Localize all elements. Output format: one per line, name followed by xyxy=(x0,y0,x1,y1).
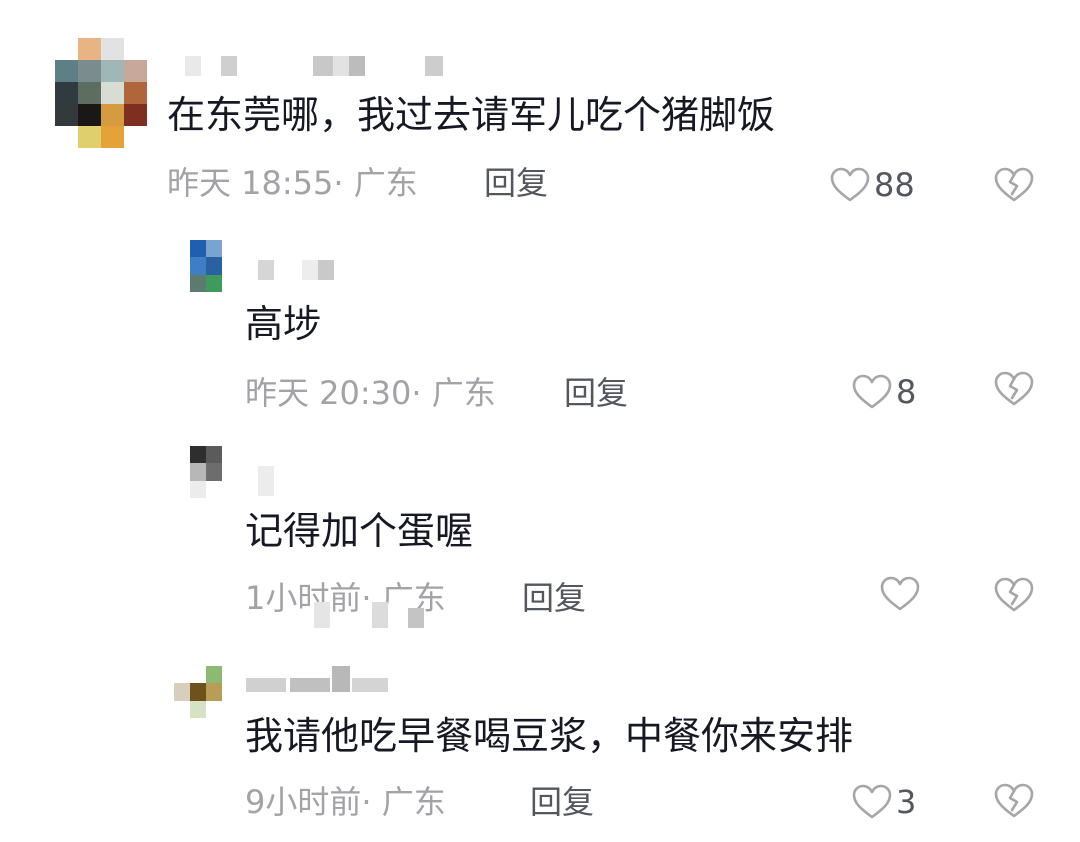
redaction-block xyxy=(372,602,388,628)
username-redacted[interactable] xyxy=(185,56,445,78)
meta-separator: · xyxy=(333,164,344,202)
avatar[interactable] xyxy=(174,666,222,718)
redaction-block xyxy=(314,602,330,628)
comment-text: 记得加个蛋喔 xyxy=(245,509,474,553)
meta-separator: · xyxy=(411,374,422,412)
dislike-button[interactable] xyxy=(994,370,1034,408)
reply-button[interactable]: 回复 xyxy=(530,782,594,822)
heart-outline-icon xyxy=(852,784,892,819)
like-button[interactable]: 88 xyxy=(830,165,915,205)
like-count: 88 xyxy=(874,166,915,204)
meta-separator: · xyxy=(361,579,372,617)
comment-text: 我请他吃早餐喝豆浆，中餐你来安排 xyxy=(245,714,854,758)
broken-heart-icon xyxy=(994,371,1034,406)
username-redacted[interactable] xyxy=(246,666,396,692)
reply-button[interactable]: 回复 xyxy=(522,578,586,618)
username-redacted[interactable] xyxy=(258,466,278,496)
dislike-button[interactable] xyxy=(994,782,1034,820)
dislike-button[interactable] xyxy=(994,166,1034,204)
comment-time: 1小时前 xyxy=(245,579,362,617)
like-button[interactable]: 3 xyxy=(852,782,916,822)
comment-location: 广东 xyxy=(353,164,418,202)
comment-time: 昨天 18:55 xyxy=(167,164,334,202)
avatar[interactable] xyxy=(55,38,147,148)
comment-location: 广东 xyxy=(431,374,496,412)
reply-button[interactable]: 回复 xyxy=(484,163,548,203)
redaction-block xyxy=(408,608,424,628)
broken-heart-icon xyxy=(994,577,1034,612)
like-count: 8 xyxy=(896,373,917,411)
like-button[interactable] xyxy=(880,576,924,612)
comment-meta: 昨天 18:55· 广东 xyxy=(167,163,418,203)
comment-text: 高埗 xyxy=(245,302,322,346)
like-count: 3 xyxy=(896,783,917,821)
like-button[interactable]: 8 xyxy=(852,372,916,412)
comment-meta: 9小时前· 广东 xyxy=(245,782,446,822)
username-redacted[interactable] xyxy=(258,260,338,282)
comment-meta: 昨天 20:30· 广东 xyxy=(245,373,496,413)
dislike-button[interactable] xyxy=(994,576,1034,614)
comment-time: 9小时前 xyxy=(245,783,362,821)
comment-text: 在东莞哪，我过去请军儿吃个猪脚饭 xyxy=(167,93,776,137)
broken-heart-icon xyxy=(994,783,1034,818)
heart-outline-icon xyxy=(880,576,920,611)
comment-time: 昨天 20:30 xyxy=(245,374,412,412)
heart-outline-icon xyxy=(830,167,870,202)
reply-button[interactable]: 回复 xyxy=(564,373,628,413)
avatar[interactable] xyxy=(174,446,222,498)
meta-separator: · xyxy=(361,783,372,821)
heart-outline-icon xyxy=(852,374,892,409)
avatar[interactable] xyxy=(174,240,222,292)
comment-location: 广东 xyxy=(381,783,446,821)
broken-heart-icon xyxy=(994,167,1034,202)
